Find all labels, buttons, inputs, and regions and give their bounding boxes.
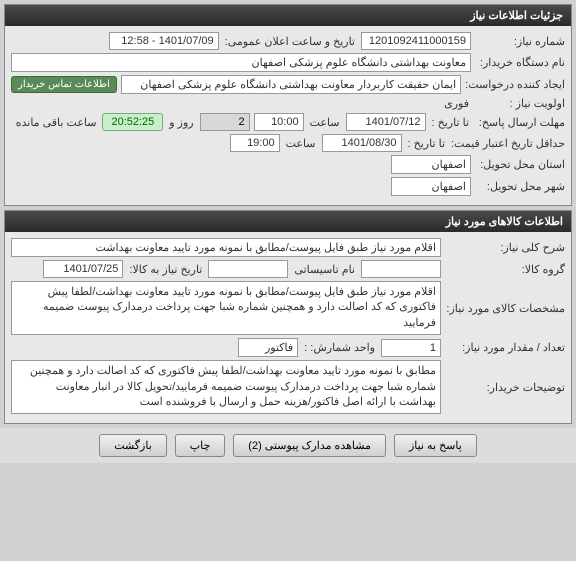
goods-group-label: گروه کالا: — [445, 263, 565, 276]
response-time: 10:00 — [254, 113, 304, 131]
validity-label: حداقل تاریخ اعتبار قیمت: — [451, 137, 565, 150]
need-date-label: تاریخ نیاز به کالا: — [127, 263, 204, 276]
print-button[interactable]: چاپ — [175, 434, 226, 457]
panel1-title: جزئیات اطلاعات نیاز — [5, 5, 571, 26]
validity-time: 19:00 — [230, 134, 280, 152]
days-remaining: 2 — [200, 113, 250, 131]
goods-group — [361, 260, 441, 278]
buyer-name: معاونت بهداشتی دانشگاه علوم پزشکی اصفهان — [11, 53, 471, 72]
time-label-1: ساعت — [308, 116, 342, 129]
need-details-panel: جزئیات اطلاعات نیاز شماره نیاز: 12010924… — [4, 4, 572, 206]
need-number-label: شماره نیاز: — [475, 35, 565, 48]
unit-label: واحد شمارش: : — [302, 341, 377, 354]
to-date-label-1: تا تاریخ : — [430, 116, 471, 129]
buyer-name-label: نام دستگاه خریدار: — [475, 56, 565, 69]
panel2-title: اطلاعات کالاهای مورد نیاز — [5, 211, 571, 232]
action-bar: پاسخ به نیاز مشاهده مدارک پیوستی (2) چاپ… — [0, 428, 576, 463]
general-desc: اقلام مورد نیاز طبق فایل پیوست/مطابق با … — [11, 238, 441, 257]
back-button[interactable]: بازگشت — [99, 434, 167, 457]
response-date: 1401/07/12 — [346, 113, 426, 131]
goods-info-panel: اطلاعات کالاهای مورد نیاز شرح کلی نیاز: … — [4, 210, 572, 424]
delivery-province: اصفهان — [391, 155, 471, 174]
countdown-timer: 20:52:25 — [102, 113, 163, 131]
to-date-label-2: تا تاریخ : — [406, 137, 447, 150]
days-remain-label: روز و — [167, 116, 195, 129]
qty-value: 1 — [381, 339, 441, 357]
need-date: 1401/07/25 — [43, 260, 123, 278]
need-number: 1201092411000159 — [361, 32, 471, 50]
delivery-city-label: شهر محل تحویل: — [475, 180, 565, 193]
goods-spec-label: مشخصات کالای مورد نیاز: — [445, 302, 565, 315]
creator: ایمان حقیقت کاربردار معاونت بهداشتی دانش… — [121, 75, 461, 94]
validity-date: 1401/08/30 — [322, 134, 402, 152]
general-desc-label: شرح کلی نیاز: — [445, 241, 565, 254]
buyer-notes-label: توضیحات خریدار: — [445, 381, 565, 394]
response-deadline-label: مهلت ارسال پاسخ: — [475, 116, 565, 129]
goods-spec: اقلام مورد نیاز طبق فایل پیوست/مطابق با … — [11, 281, 441, 335]
buyer-contact-button[interactable]: اطلاعات تماس خریدار — [11, 76, 117, 93]
public-date: 1401/07/09 - 12:58 — [109, 32, 219, 50]
attachments-button[interactable]: مشاهده مدارک پیوستی (2) — [233, 434, 386, 457]
install-name — [208, 260, 288, 278]
reply-button[interactable]: پاسخ به نیاز — [394, 434, 477, 457]
unit-value: فاکتور — [238, 338, 298, 357]
delivery-city: اصفهان — [391, 177, 471, 196]
install-name-label: نام تاسیساتی — [292, 263, 357, 276]
time-label-2: ساعت — [284, 137, 318, 150]
buyer-notes: مطابق با نمونه مورد تایید معاونت بهداشت/… — [11, 360, 441, 414]
priority-value: فوری — [442, 97, 471, 110]
qty-label: تعداد / مقدار مورد نیاز: — [445, 341, 565, 354]
delivery-province-label: استان محل تحویل: — [475, 158, 565, 171]
priority-label: اولویت نیاز : — [475, 97, 565, 110]
countdown-label: ساعت باقی مانده — [14, 116, 99, 129]
public-date-label: تاریخ و ساعت اعلان عمومی: — [223, 35, 357, 48]
creator-label: ایجاد کننده درخواست: — [465, 78, 565, 91]
